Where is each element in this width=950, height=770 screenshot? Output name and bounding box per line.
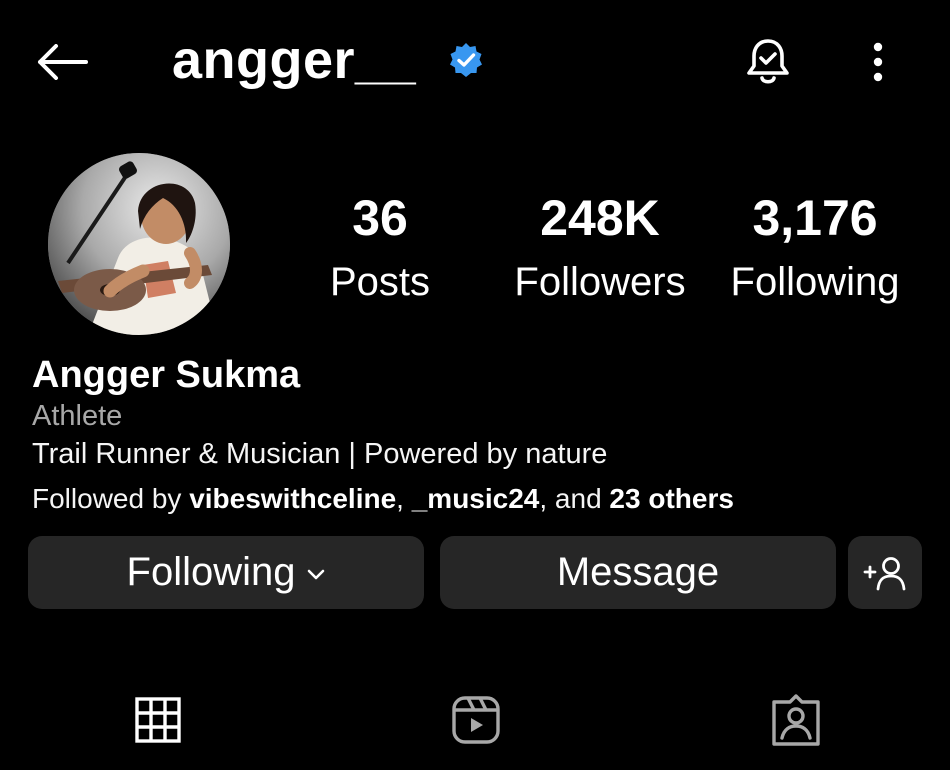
followers-label: Followers	[514, 260, 686, 304]
mutual-follower-2[interactable]: _music24	[412, 483, 540, 514]
tagged-icon	[772, 694, 820, 746]
avatar-photo	[48, 153, 230, 335]
stat-followers[interactable]: 248K Followers	[495, 188, 705, 308]
display-name: Angger Sukma	[32, 354, 301, 396]
stat-posts[interactable]: 36 Posts	[300, 188, 460, 308]
mutual-followers-others[interactable]: 23 others	[609, 483, 734, 514]
chevron-down-icon	[308, 569, 325, 579]
more-options-button[interactable]	[858, 32, 898, 92]
stat-following[interactable]: 3,176 Following	[715, 188, 915, 308]
following-label: Following	[730, 260, 900, 304]
mutual-follower-1[interactable]: vibeswithceline	[189, 483, 396, 514]
followed-by-line[interactable]: Followed by vibeswithceline, _music24, a…	[32, 481, 734, 517]
grid-icon	[135, 697, 181, 743]
profile-username: angger__	[172, 30, 417, 90]
message-button-label: Message	[556, 550, 720, 594]
profile-avatar[interactable]	[48, 153, 230, 335]
message-button[interactable]: Message	[440, 536, 836, 609]
profile-category: Athlete	[32, 400, 123, 432]
verified-badge-icon	[448, 42, 484, 78]
back-button[interactable]	[30, 34, 94, 90]
add-person-icon	[863, 556, 906, 590]
followed-by-prefix: Followed by	[32, 483, 190, 514]
arrow-left-icon	[38, 44, 88, 80]
posts-label: Posts	[329, 260, 431, 304]
tab-tagged[interactable]	[766, 690, 826, 750]
followed-by-sep-1: ,	[396, 483, 412, 514]
posts-count: 36	[352, 190, 408, 246]
following-count: 3,176	[752, 190, 878, 246]
bell-check-icon	[747, 39, 789, 84]
suggested-people-button[interactable]	[848, 536, 922, 609]
reels-icon	[452, 696, 500, 744]
tab-reels[interactable]	[446, 690, 506, 750]
more-vertical-icon	[873, 42, 883, 82]
followed-by-sep-2: , and	[539, 483, 610, 514]
following-button-label: Following	[126, 550, 296, 594]
profile-bio: Trail Runner & Musician | Powered by nat…	[32, 438, 608, 470]
following-button[interactable]: Following	[28, 536, 424, 609]
notifications-button[interactable]	[738, 32, 798, 92]
tab-posts-grid[interactable]	[128, 690, 188, 750]
followers-count: 248K	[540, 190, 660, 246]
